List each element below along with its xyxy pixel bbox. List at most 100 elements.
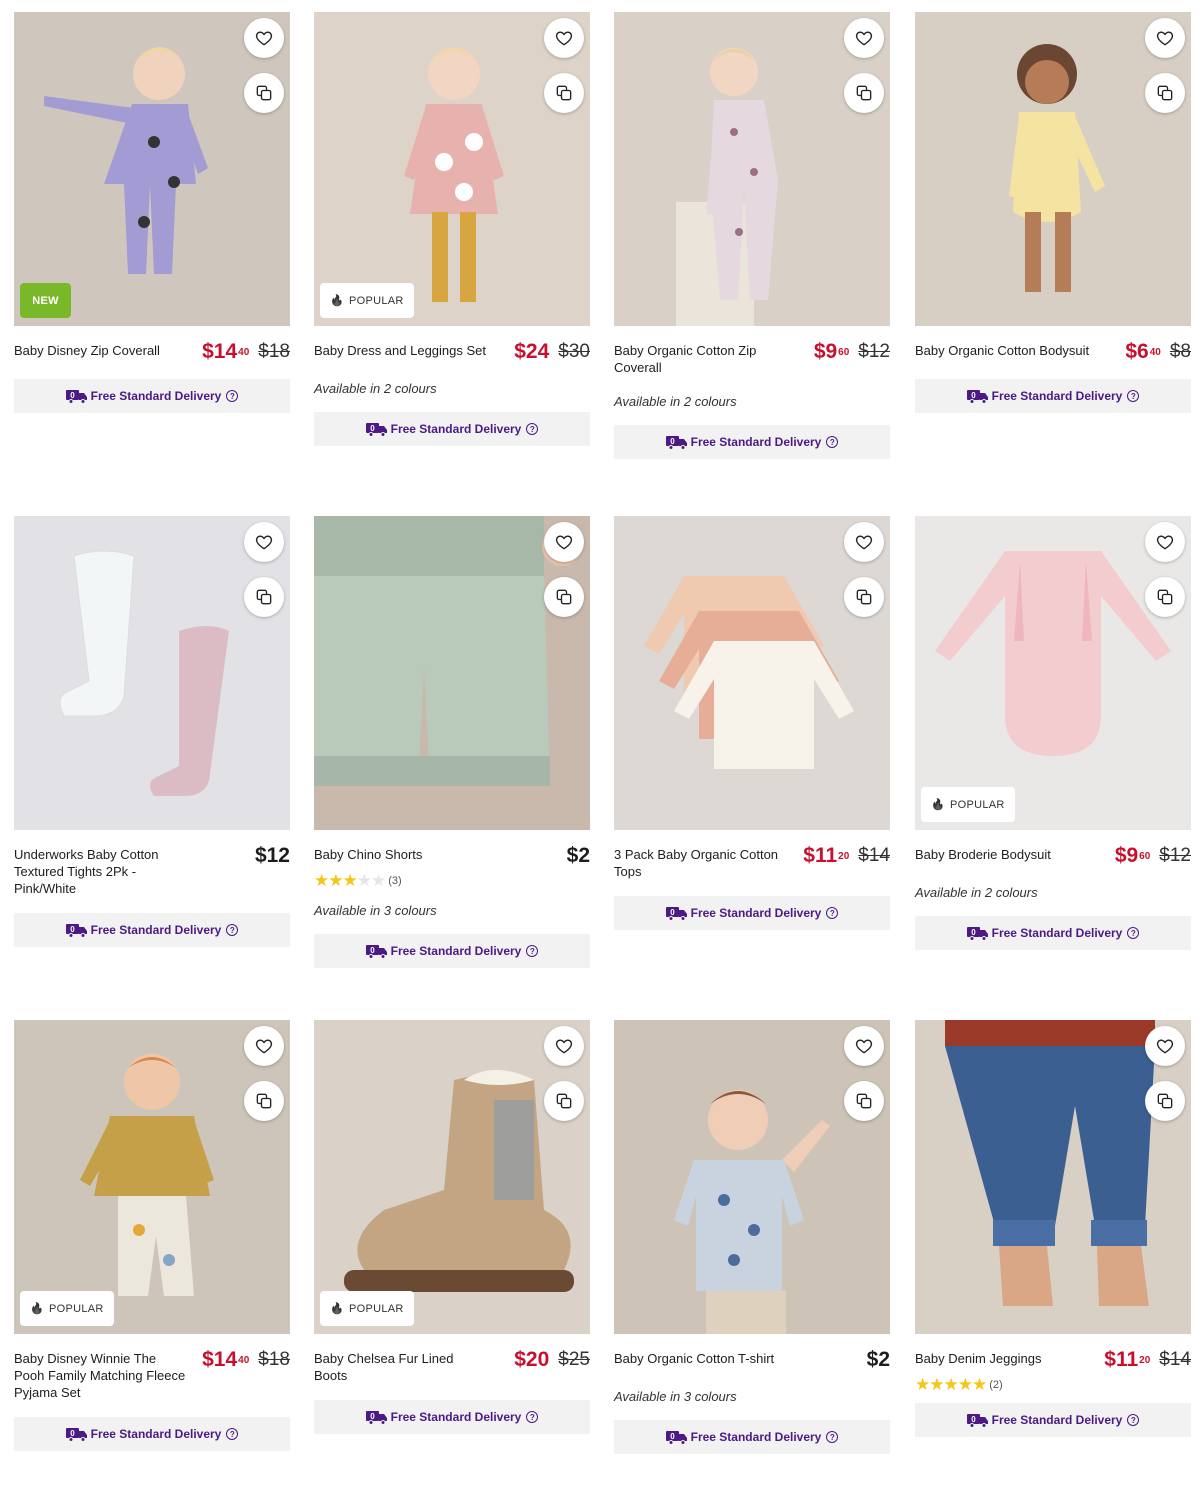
current-price: $1440 bbox=[202, 1348, 250, 1371]
free-delivery-banner[interactable]: 0 Free Standard Delivery? bbox=[314, 1400, 590, 1434]
svg-text:0: 0 bbox=[70, 1429, 75, 1438]
star-rating[interactable]: ★★★★★ (2) bbox=[915, 1376, 1191, 1393]
product-card[interactable]: 🔥 POPULAR Baby Chelsea Fur Lined Boots $2… bbox=[314, 1020, 590, 1434]
compare-icon[interactable] bbox=[1145, 577, 1185, 617]
compare-icon[interactable] bbox=[544, 1081, 584, 1121]
product-title[interactable]: Baby Chino Shorts bbox=[314, 846, 422, 863]
svg-text:0: 0 bbox=[70, 925, 75, 934]
free-delivery-banner[interactable]: 0 Free Standard Delivery? bbox=[614, 896, 890, 930]
wishlist-heart-icon[interactable] bbox=[1145, 1026, 1185, 1066]
product-card[interactable]: 🔥 POPULAR Baby Broderie Bodysuit $960 $12 … bbox=[915, 516, 1191, 950]
wishlist-heart-icon[interactable] bbox=[544, 1026, 584, 1066]
help-icon[interactable]: ? bbox=[526, 945, 539, 957]
wishlist-heart-icon[interactable] bbox=[544, 522, 584, 562]
help-icon[interactable]: ? bbox=[826, 907, 839, 919]
product-image[interactable] bbox=[915, 12, 1191, 326]
wishlist-heart-icon[interactable] bbox=[844, 18, 884, 58]
help-icon[interactable]: ? bbox=[226, 924, 239, 936]
svg-text:0: 0 bbox=[370, 424, 375, 433]
product-card[interactable]: NEW Baby Disney Zip Coverall $1440 $18 0 F… bbox=[14, 12, 290, 413]
stars-icon: ★★★★★ bbox=[314, 871, 386, 890]
free-delivery-banner[interactable]: 0 Free Standard Delivery? bbox=[614, 425, 890, 459]
product-title[interactable]: Baby Dress and Leggings Set bbox=[314, 342, 486, 359]
free-delivery-banner[interactable]: 0 Free Standard Delivery? bbox=[14, 913, 290, 947]
free-delivery-banner[interactable]: 0 Free Standard Delivery? bbox=[314, 412, 590, 446]
compare-icon[interactable] bbox=[544, 73, 584, 113]
delivery-truck-icon: 0 bbox=[966, 390, 988, 404]
free-delivery-banner[interactable]: 0 Free Standard Delivery? bbox=[915, 1403, 1191, 1437]
help-icon[interactable]: ? bbox=[1127, 927, 1140, 939]
wishlist-heart-icon[interactable] bbox=[244, 1026, 284, 1066]
help-icon[interactable]: ? bbox=[226, 390, 239, 402]
product-title[interactable]: Baby Organic Cotton T-shirt bbox=[614, 1350, 774, 1367]
product-card[interactable]: Baby Organic Cotton Zip Coverall $960 $12… bbox=[614, 12, 890, 459]
product-title[interactable]: Baby Organic Cotton Zip Coverall bbox=[614, 342, 789, 376]
product-card[interactable]: Baby Organic Cotton Bodysuit $640 $8 0 Fre… bbox=[915, 12, 1191, 413]
product-image[interactable]: 🔥 POPULAR bbox=[314, 1020, 590, 1334]
compare-icon[interactable] bbox=[244, 73, 284, 113]
rating-count: (3) bbox=[388, 874, 402, 887]
product-card[interactable]: 3 Pack Baby Organic Cotton Tops $1120 $14… bbox=[614, 516, 890, 930]
help-icon[interactable]: ? bbox=[526, 1411, 539, 1423]
product-title[interactable]: Baby Denim Jeggings bbox=[915, 1350, 1041, 1367]
product-card[interactable]: Baby Organic Cotton T-shirt $2 Available… bbox=[614, 1020, 890, 1454]
product-image[interactable]: 🔥 POPULAR bbox=[915, 516, 1191, 830]
floral-coverall-toddler-photo bbox=[614, 12, 890, 326]
compare-icon[interactable] bbox=[844, 73, 884, 113]
product-image[interactable]: NEW bbox=[14, 12, 290, 326]
product-image[interactable] bbox=[14, 516, 290, 830]
product-card[interactable]: Baby Denim Jeggings $1120 $14 ★★★★★ (2) 0 Fr… bbox=[915, 1020, 1191, 1437]
was-price: $8 bbox=[1169, 341, 1191, 362]
product-title[interactable]: Baby Broderie Bodysuit bbox=[915, 846, 1051, 863]
popular-badge: 🔥 POPULAR bbox=[921, 787, 1015, 822]
product-title[interactable]: Baby Disney Zip Coverall bbox=[14, 342, 160, 359]
product-image[interactable] bbox=[614, 12, 890, 326]
wishlist-heart-icon[interactable] bbox=[1145, 18, 1185, 58]
help-icon[interactable]: ? bbox=[226, 1428, 239, 1440]
product-title[interactable]: Underworks Baby Cotton Textured Tights 2… bbox=[14, 846, 189, 897]
help-icon[interactable]: ? bbox=[526, 423, 539, 435]
current-price: $12 bbox=[254, 844, 290, 867]
compare-icon[interactable] bbox=[1145, 1081, 1185, 1121]
free-delivery-banner[interactable]: 0 Free Standard Delivery? bbox=[915, 379, 1191, 413]
product-image[interactable] bbox=[614, 516, 890, 830]
product-title[interactable]: Baby Disney Winnie The Pooh Family Match… bbox=[14, 1350, 189, 1401]
help-icon[interactable]: ? bbox=[826, 1431, 839, 1443]
wishlist-heart-icon[interactable] bbox=[844, 1026, 884, 1066]
help-icon[interactable]: ? bbox=[1127, 1414, 1140, 1426]
free-delivery-banner[interactable]: 0 Free Standard Delivery? bbox=[915, 916, 1191, 950]
compare-icon[interactable] bbox=[244, 577, 284, 617]
product-title[interactable]: Baby Chelsea Fur Lined Boots bbox=[314, 1350, 489, 1384]
wishlist-heart-icon[interactable] bbox=[544, 18, 584, 58]
product-image[interactable] bbox=[614, 1020, 890, 1334]
wishlist-heart-icon[interactable] bbox=[1145, 522, 1185, 562]
compare-icon[interactable] bbox=[844, 1081, 884, 1121]
product-card[interactable]: Baby Chino Shorts $2 ★★★★★ (3) Available i… bbox=[314, 516, 590, 968]
help-icon[interactable]: ? bbox=[826, 436, 839, 448]
compare-icon[interactable] bbox=[544, 577, 584, 617]
svg-text:0: 0 bbox=[370, 1412, 375, 1421]
compare-icon[interactable] bbox=[844, 577, 884, 617]
product-card[interactable]: 🔥 POPULAR Baby Disney Winnie The Pooh Fam… bbox=[14, 1020, 290, 1451]
free-delivery-banner[interactable]: 0 Free Standard Delivery? bbox=[14, 379, 290, 413]
wishlist-heart-icon[interactable] bbox=[244, 522, 284, 562]
product-card[interactable]: 🔥 POPULAR Baby Dress and Leggings Set $24… bbox=[314, 12, 590, 446]
product-image[interactable]: 🔥 POPULAR bbox=[314, 12, 590, 326]
wishlist-heart-icon[interactable] bbox=[244, 18, 284, 58]
product-image[interactable] bbox=[915, 1020, 1191, 1334]
delivery-label: Free Standard Delivery bbox=[90, 1427, 222, 1441]
product-title[interactable]: Baby Organic Cotton Bodysuit bbox=[915, 342, 1089, 359]
free-delivery-banner[interactable]: 0 Free Standard Delivery? bbox=[614, 1420, 890, 1454]
help-icon[interactable]: ? bbox=[1127, 390, 1140, 402]
product-image[interactable] bbox=[314, 516, 590, 830]
free-delivery-banner[interactable]: 0 Free Standard Delivery? bbox=[314, 934, 590, 968]
compare-icon[interactable] bbox=[1145, 73, 1185, 113]
product-title[interactable]: 3 Pack Baby Organic Cotton Tops bbox=[614, 846, 789, 880]
delivery-label: Free Standard Delivery bbox=[390, 422, 522, 436]
free-delivery-banner[interactable]: 0 Free Standard Delivery? bbox=[14, 1417, 290, 1451]
wishlist-heart-icon[interactable] bbox=[844, 522, 884, 562]
compare-icon[interactable] bbox=[244, 1081, 284, 1121]
product-card[interactable]: Underworks Baby Cotton Textured Tights 2… bbox=[14, 516, 290, 947]
star-rating[interactable]: ★★★★★ (3) bbox=[314, 872, 590, 889]
product-image[interactable]: 🔥 POPULAR bbox=[14, 1020, 290, 1334]
